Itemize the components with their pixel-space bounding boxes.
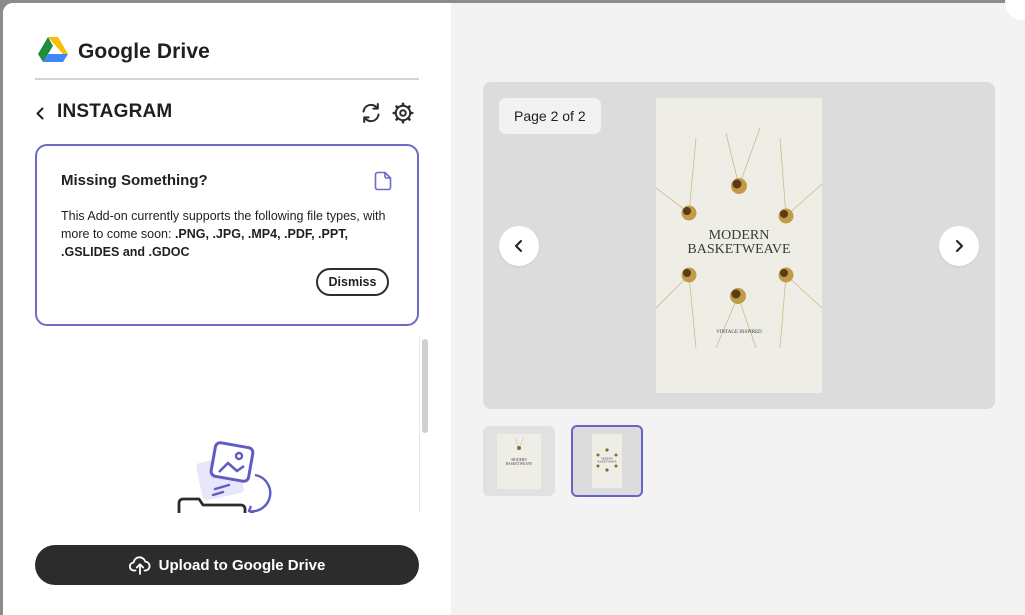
refresh-icon <box>362 103 380 123</box>
left-panel: Google Drive INSTAGRAM Missing Something… <box>3 3 451 615</box>
thumbnail-image: MODERN BASKETWEAVE <box>497 434 541 489</box>
upload-to-google-drive-button[interactable]: Upload to Google Drive <box>35 545 419 585</box>
page-preview: Page 2 of 2 MODERN BASKETWEAVE VINTAGE I… <box>483 82 995 409</box>
google-drive-icon <box>38 36 68 67</box>
preview-subtitle: VINTAGE INSPIRED <box>716 330 762 335</box>
addon-dialog: Google Drive INSTAGRAM Missing Something… <box>3 3 1025 615</box>
gear-icon <box>392 102 414 124</box>
cloud-upload-icon <box>128 556 151 575</box>
scrollbar-thumb[interactable] <box>422 339 428 433</box>
header-divider <box>35 78 419 80</box>
preview-title-line2: BASKETWEAVE <box>687 242 790 257</box>
thumbnail-1-line2: BASKETWEAVE <box>506 462 533 466</box>
preview-panel: Page 2 of 2 MODERN BASKETWEAVE VINTAGE I… <box>451 3 1025 615</box>
brand-header: Google Drive <box>38 36 210 67</box>
next-page-button[interactable] <box>939 226 979 266</box>
nav-row: INSTAGRAM <box>33 101 419 125</box>
back-button[interactable] <box>33 102 47 124</box>
chevron-right-icon <box>956 240 963 252</box>
section-title: INSTAGRAM <box>57 101 173 122</box>
file-list-area[interactable] <box>35 335 433 513</box>
empty-state-illustration <box>163 439 273 513</box>
notice-text: This Add-on currently supports the follo… <box>61 207 391 261</box>
previous-page-button[interactable] <box>499 226 539 266</box>
thumbnail-image: MODERN BASKETWEAVE <box>592 434 622 488</box>
page-thumbnail-1[interactable]: MODERN BASKETWEAVE <box>483 426 555 496</box>
page-thumbnail-2-selected[interactable]: MODERN BASKETWEAVE <box>571 425 643 497</box>
missing-something-notice: Missing Something? This Add-on currently… <box>35 144 419 326</box>
upload-button-label: Upload to Google Drive <box>158 556 326 574</box>
notice-title: Missing Something? <box>61 172 208 189</box>
preview-title-line1: MODERN <box>709 228 770 243</box>
page-indicator: Page 2 of 2 <box>499 98 601 134</box>
chevron-left-icon <box>515 240 522 252</box>
refresh-button[interactable] <box>359 101 383 125</box>
chevron-left-icon <box>36 107 44 119</box>
app-title: Google Drive <box>78 39 210 63</box>
document-icon <box>374 171 392 191</box>
settings-button[interactable] <box>391 101 415 125</box>
dismiss-button[interactable]: Dismiss <box>316 268 389 296</box>
thumbnail-2-line2: BASKETWEAVE <box>597 461 617 464</box>
preview-image: MODERN BASKETWEAVE VINTAGE INSPIRED <box>656 98 822 393</box>
